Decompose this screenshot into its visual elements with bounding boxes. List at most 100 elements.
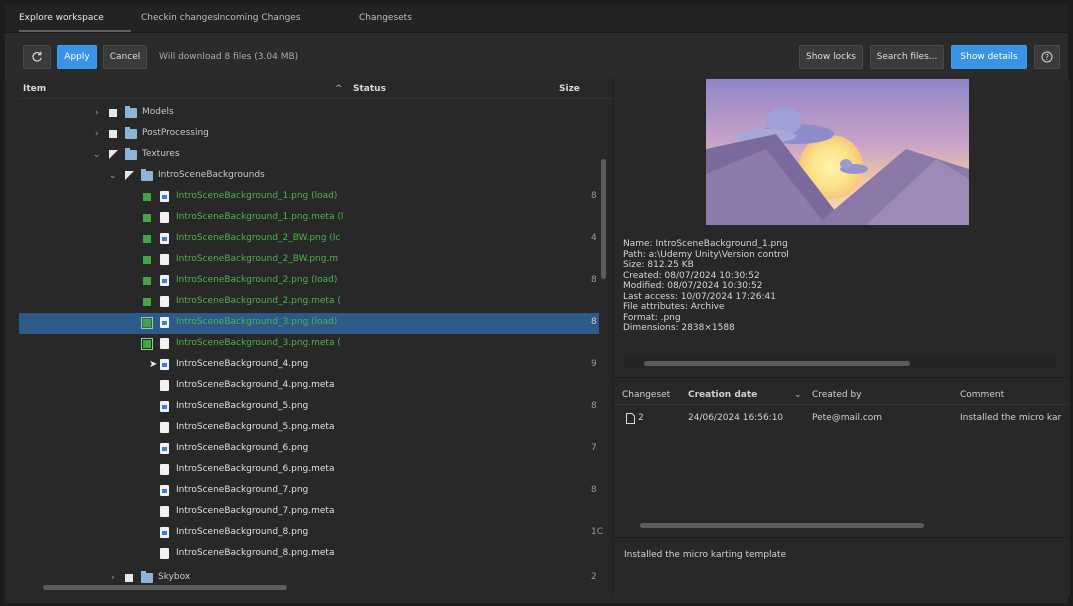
sort-asc-icon[interactable]: ^ bbox=[335, 84, 343, 94]
column-status[interactable]: Status bbox=[353, 84, 386, 94]
details-panel: Name: IntroSceneBackground_1.png Path: a… bbox=[614, 79, 1070, 597]
image-file-icon bbox=[160, 359, 169, 370]
column-creation-date[interactable]: Creation date bbox=[688, 390, 757, 400]
checkbox[interactable] bbox=[109, 109, 117, 117]
tab-changesets[interactable]: Changesets bbox=[359, 13, 412, 23]
tree-row-file[interactable]: ➤ IntroSceneBackground_4.png 9 bbox=[19, 355, 599, 376]
checkbox[interactable] bbox=[143, 193, 151, 201]
sort-desc-icon[interactable]: ⌄ bbox=[794, 390, 802, 400]
meta-file-icon bbox=[160, 338, 169, 349]
tree-row-file[interactable]: IntroSceneBackground_4.png.meta bbox=[19, 376, 599, 397]
checkbox[interactable] bbox=[143, 214, 151, 222]
collapse-arrow-icon[interactable]: ⌄ bbox=[109, 171, 117, 181]
tree-vertical-scrollbar[interactable] bbox=[601, 159, 606, 279]
tree-row-file-selected[interactable]: IntroSceneBackground_3.png (load) 8 bbox=[19, 313, 599, 334]
changeset-column-header: Changeset Creation date ⌄ Created by Com… bbox=[614, 385, 1070, 405]
tree-row-file[interactable]: IntroSceneBackground_5.png.meta bbox=[19, 418, 599, 439]
changeset-date: 24/06/2024 16:56:10 bbox=[688, 413, 784, 423]
checkbox[interactable] bbox=[125, 574, 133, 582]
changeset-row[interactable]: 2 24/06/2024 16:56:10 Pete@mail.com Inst… bbox=[614, 409, 1070, 429]
toolbar: Apply Cancel Will download 8 files (3.04… bbox=[5, 33, 1068, 79]
meta-file-icon bbox=[160, 254, 169, 265]
detail-format: Format: .png bbox=[623, 312, 681, 323]
active-tab-indicator bbox=[19, 30, 131, 32]
tree-row-file[interactable]: IntroSceneBackground_2_BW.png (lc 4 bbox=[19, 229, 599, 250]
tree-row-postprocessing[interactable]: › PostProcessing bbox=[19, 124, 599, 145]
detail-size: Size: 812.25 KB bbox=[623, 260, 694, 270]
folder-icon bbox=[125, 127, 137, 139]
search-files-button[interactable]: Search files... bbox=[870, 45, 944, 69]
image-file-icon bbox=[160, 527, 169, 538]
column-changeset[interactable]: Changeset bbox=[622, 390, 670, 400]
file-details: Name: IntroSceneBackground_1.png Path: a… bbox=[623, 239, 789, 334]
plastic-scm-window: Explore workspace Checkin changes Incomi… bbox=[4, 4, 1070, 604]
tree-row-file[interactable]: IntroSceneBackground_6.png.meta bbox=[19, 460, 599, 481]
tree-row-models[interactable]: › Models bbox=[19, 103, 599, 124]
detail-modified: Modified: 08/07/2024 10:30:52 bbox=[623, 281, 763, 291]
help-icon: ? bbox=[1041, 51, 1053, 63]
meta-file-icon bbox=[160, 296, 169, 307]
tree-row-file[interactable]: IntroSceneBackground_3.png.meta ( bbox=[19, 334, 599, 355]
tree-row-textures[interactable]: ⌄ Textures bbox=[19, 145, 599, 166]
mouse-cursor-icon: ➤ bbox=[149, 359, 158, 370]
tree-row-file[interactable]: IntroSceneBackground_5.png 8 bbox=[19, 397, 599, 418]
comment-text: Installed the micro karting template bbox=[624, 550, 787, 560]
checkbox[interactable] bbox=[143, 298, 151, 306]
column-item[interactable]: Item bbox=[23, 84, 46, 94]
meta-file-icon bbox=[160, 548, 169, 559]
apply-button[interactable]: Apply bbox=[57, 45, 97, 69]
changeset-horizontal-scrollbar[interactable] bbox=[640, 523, 924, 528]
partial-checkbox[interactable] bbox=[125, 171, 134, 180]
tree-row-file[interactable]: IntroSceneBackground_8.png.meta bbox=[19, 544, 599, 565]
column-comment[interactable]: Comment bbox=[960, 390, 1004, 400]
details-horizontal-scrollbar[interactable] bbox=[644, 361, 910, 366]
detail-name: Name: IntroSceneBackground_1.png bbox=[623, 239, 788, 249]
changeset-comment-box: Installed the micro karting template bbox=[614, 537, 1070, 597]
tab-incoming-changes[interactable]: Incoming Changes bbox=[217, 13, 301, 23]
meta-file-icon bbox=[160, 506, 169, 517]
tree-column-header: Item ^ Status Size bbox=[19, 79, 612, 99]
folder-icon bbox=[141, 169, 153, 181]
tab-explore-workspace[interactable]: Explore workspace bbox=[19, 13, 104, 23]
expand-arrow-icon[interactable]: › bbox=[111, 573, 115, 583]
tree-row-file[interactable]: IntroSceneBackground_1.png (load) 8 bbox=[19, 187, 599, 208]
show-locks-button[interactable]: Show locks bbox=[799, 45, 863, 69]
tree-row-file[interactable]: IntroSceneBackground_2.png.meta ( bbox=[19, 292, 599, 313]
column-created-by[interactable]: Created by bbox=[812, 390, 862, 400]
cancel-button[interactable]: Cancel bbox=[103, 45, 147, 69]
checkbox[interactable] bbox=[141, 317, 153, 329]
tree-row-file[interactable]: IntroSceneBackground_7.png.meta bbox=[19, 502, 599, 523]
expand-arrow-icon[interactable]: › bbox=[95, 129, 99, 139]
checkbox[interactable] bbox=[143, 256, 151, 264]
tree-row-file[interactable]: IntroSceneBackground_8.png 1C bbox=[19, 523, 603, 544]
workspace-tree-panel: Item ^ Status Size › Models › PostProces… bbox=[19, 79, 613, 597]
changeset-comment: Installed the micro kar bbox=[960, 413, 1062, 423]
checkbox[interactable] bbox=[109, 130, 117, 138]
image-file-icon bbox=[160, 401, 169, 412]
collapse-arrow-icon[interactable]: ⌄ bbox=[93, 150, 101, 160]
meta-file-icon bbox=[160, 422, 169, 433]
tree-row-file[interactable]: IntroSceneBackground_6.png 7 bbox=[19, 439, 599, 460]
meta-file-icon bbox=[160, 380, 169, 391]
column-size[interactable]: Size bbox=[559, 84, 580, 94]
detail-path: Path: a:\Udemy Unity\Version control bbox=[623, 249, 789, 260]
image-file-icon bbox=[160, 275, 169, 286]
checkbox[interactable] bbox=[141, 338, 153, 350]
tab-checkin-changes[interactable]: Checkin changes bbox=[141, 13, 218, 23]
show-details-button[interactable]: Show details bbox=[951, 45, 1027, 69]
refresh-button[interactable] bbox=[23, 45, 51, 69]
refresh-icon bbox=[32, 51, 42, 62]
image-file-icon bbox=[160, 233, 169, 244]
tree-row-file[interactable]: IntroSceneBackground_7.png 8 bbox=[19, 481, 599, 502]
detail-created: Created: 08/07/2024 10:30:52 bbox=[623, 270, 760, 281]
tree-row-file[interactable]: IntroSceneBackground_1.png.meta (l bbox=[19, 208, 599, 229]
tree-row-introscenebackgrounds[interactable]: ⌄ IntroSceneBackgrounds bbox=[19, 166, 599, 187]
checkbox[interactable] bbox=[143, 235, 151, 243]
checkbox[interactable] bbox=[143, 277, 151, 285]
tree-horizontal-scrollbar[interactable] bbox=[43, 585, 287, 590]
partial-checkbox[interactable] bbox=[109, 150, 118, 159]
expand-arrow-icon[interactable]: › bbox=[95, 108, 99, 118]
tree-row-file[interactable]: IntroSceneBackground_2.png (load) 8 bbox=[19, 271, 599, 292]
help-button[interactable]: ? bbox=[1034, 45, 1060, 69]
tree-row-file[interactable]: IntroSceneBackground_2_BW.png.m bbox=[19, 250, 599, 271]
